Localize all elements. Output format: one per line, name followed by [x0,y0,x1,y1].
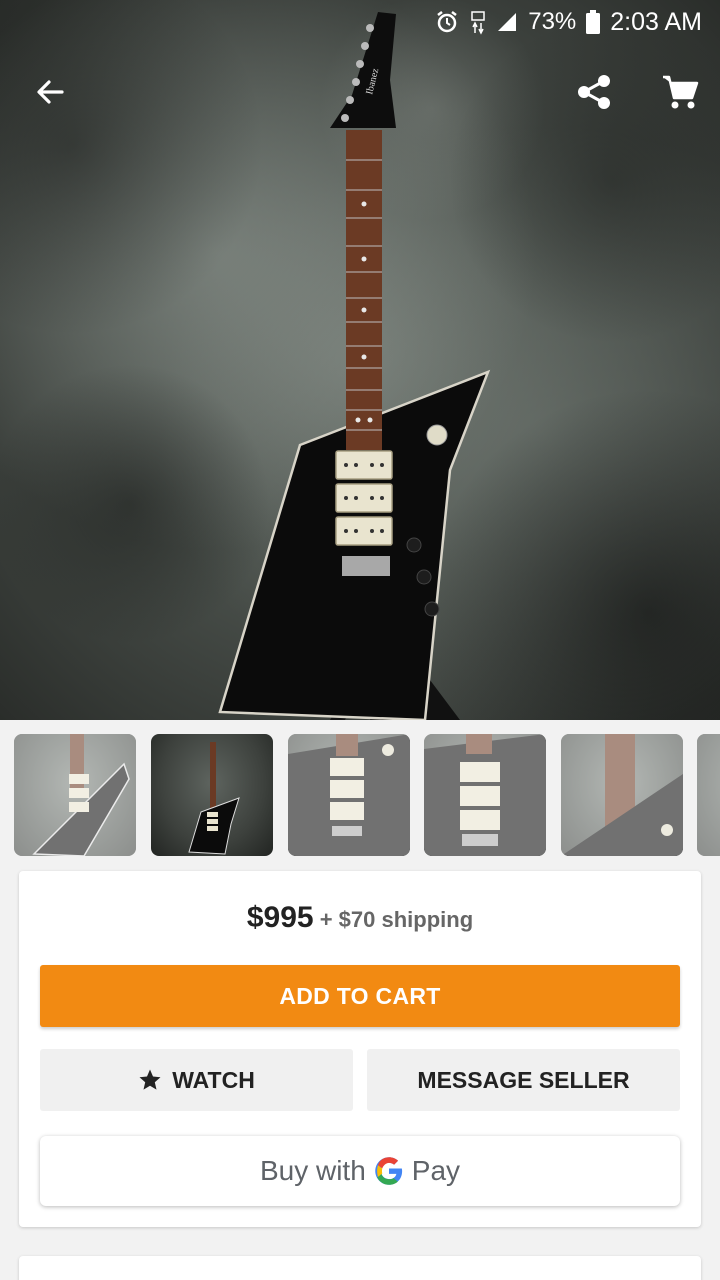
gpay-prefix: Buy with [259,1155,366,1186]
battery-percent: 73% [528,8,577,35]
shipping-cost: + $70 shipping [319,907,474,932]
back-button[interactable] [24,66,76,118]
thumbnail-4[interactable] [424,734,546,856]
clock: 2:03 AM [610,7,702,36]
gpay-suffix: Pay [411,1155,461,1186]
share-button[interactable] [568,66,620,118]
alarm-icon [434,9,460,35]
thumbnail-1[interactable] [14,734,136,856]
purchase-card: $995 + $70 shipping ADD TO CART WATCH ME… [19,871,701,1227]
price: $995 [246,901,314,934]
next-section-card [19,1256,701,1280]
message-seller-button[interactable]: MESSAGE SELLER [367,1049,680,1111]
google-g-icon [374,1156,404,1186]
google-pay-button[interactable]: Buy with Pay [40,1136,680,1206]
watch-label: WATCH [172,1066,255,1093]
signal-icon [496,11,518,33]
thumbnail-2[interactable] [151,734,273,856]
cart-icon [663,75,699,109]
network-type-icon [470,9,486,35]
star-icon [139,1069,161,1090]
price-row: $995 + $70 shipping [19,901,701,935]
battery-icon [586,10,601,34]
thumbnail-6[interactable] [697,734,720,856]
add-to-cart-label: ADD TO CART [279,982,441,1009]
thumbnail-strip[interactable] [0,720,720,870]
message-seller-label: MESSAGE SELLER [417,1066,630,1093]
cart-button[interactable] [654,66,706,118]
thumbnail-5[interactable] [561,734,683,856]
watch-button[interactable]: WATCH [40,1049,353,1111]
thumbnail-3[interactable] [288,734,410,856]
status-bar: 73% 2:03 AM [0,0,720,44]
add-to-cart-button[interactable]: ADD TO CART [40,965,680,1027]
share-icon [578,75,610,109]
arrow-back-icon [37,80,64,104]
